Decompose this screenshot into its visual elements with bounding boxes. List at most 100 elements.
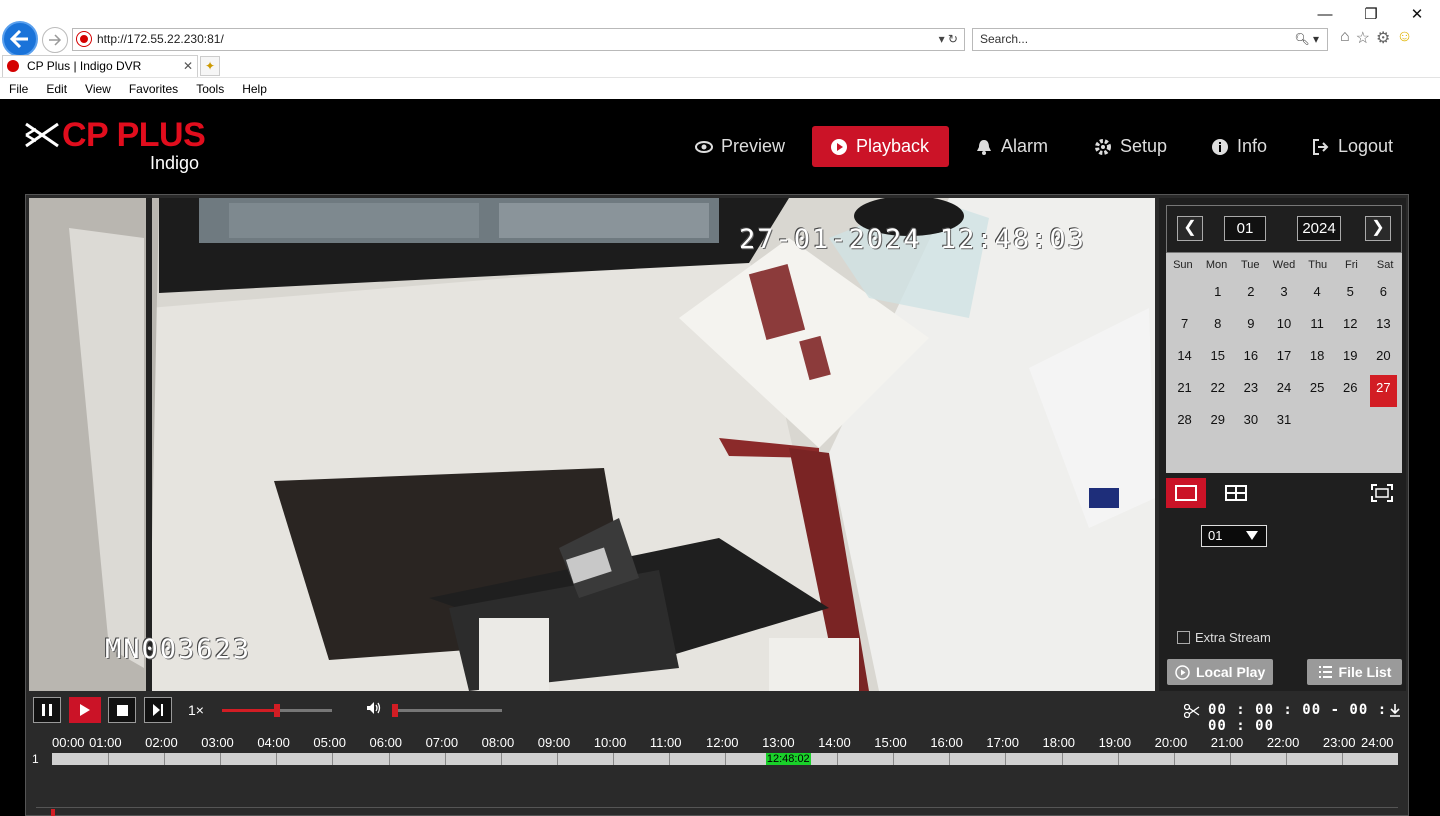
calendar-day[interactable]: 2 <box>1237 279 1264 311</box>
file-list-button[interactable]: File List <box>1307 659 1402 685</box>
calendar-day[interactable]: 28 <box>1171 407 1198 439</box>
pause-button[interactable] <box>33 697 61 723</box>
timeline-hour-tick <box>500 753 502 765</box>
prev-month-button[interactable]: ❮ <box>1177 216 1203 241</box>
calendar-day[interactable]: 24 <box>1270 375 1297 407</box>
playback-slider[interactable] <box>222 704 332 717</box>
calendar-day[interactable]: 22 <box>1204 375 1231 407</box>
menu-file[interactable]: File <box>0 78 37 99</box>
tab-close-icon[interactable]: ✕ <box>183 56 193 77</box>
timeline-scrollbar-thumb[interactable] <box>51 809 55 816</box>
calendar-day[interactable]: 19 <box>1337 343 1364 375</box>
next-frame-button[interactable] <box>144 697 172 723</box>
calendar-day[interactable]: 31 <box>1270 407 1297 439</box>
calendar-day[interactable]: 11 <box>1304 311 1331 343</box>
calendar-day[interactable]: 20 <box>1370 343 1397 375</box>
timeline-cursor-time[interactable]: 12:48:02 <box>765 753 811 765</box>
calendar-day[interactable]: 4 <box>1304 279 1331 311</box>
local-play-button[interactable]: Local Play <box>1167 659 1274 685</box>
nav-info[interactable]: Info <box>1211 126 1267 167</box>
calendar-day[interactable]: 21 <box>1171 375 1198 407</box>
calendar-day[interactable]: 5 <box>1337 279 1364 311</box>
right-panel: ❮ 01 2024 ❯ Sun Mon Tue Wed Thu Fri Sat 123456… <box>1159 198 1406 691</box>
restore-icon[interactable]: ❐ <box>1348 2 1394 28</box>
calendar-day[interactable]: 7 <box>1171 311 1198 343</box>
single-view-button[interactable] <box>1166 478 1206 508</box>
forward-button[interactable] <box>42 27 68 53</box>
next-month-button[interactable]: ❯ <box>1365 216 1391 241</box>
fullscreen-button[interactable] <box>1362 478 1402 508</box>
gear-icon[interactable]: ⚙ <box>1376 28 1390 48</box>
volume-slider[interactable] <box>392 704 502 717</box>
menu-view[interactable]: View <box>76 78 120 99</box>
menu-edit[interactable]: Edit <box>37 78 76 99</box>
nav-logout[interactable]: Logout <box>1312 126 1393 167</box>
list-icon <box>1318 666 1332 678</box>
calendar-day[interactable]: 30 <box>1237 407 1264 439</box>
minimize-icon[interactable]: — <box>1302 2 1348 28</box>
stop-button[interactable] <box>108 697 136 723</box>
volume-icon[interactable] <box>366 701 382 715</box>
pause-icon <box>42 704 52 716</box>
calendar-day[interactable]: 8 <box>1204 311 1231 343</box>
channel-select[interactable]: 01 <box>1201 525 1267 547</box>
playback-slider-knob[interactable] <box>274 704 280 717</box>
calendar-day[interactable]: 13 <box>1370 311 1397 343</box>
smiley-icon[interactable]: ☺ <box>1396 28 1412 48</box>
scissors-icon[interactable] <box>1184 704 1200 718</box>
calendar-day[interactable]: 3 <box>1270 279 1297 311</box>
calendar-day[interactable]: 1 <box>1204 279 1231 311</box>
timeline-hour-label: 01:00 <box>89 735 122 750</box>
calendar-day[interactable]: 27 <box>1369 375 1397 407</box>
calendar-day[interactable]: 16 <box>1237 343 1264 375</box>
menu-help[interactable]: Help <box>233 78 276 99</box>
timeline-scrollbar[interactable] <box>36 807 1398 816</box>
speed-indicator[interactable]: 1× <box>188 702 204 718</box>
timeline-hour-tick <box>1341 753 1343 765</box>
play-button[interactable] <box>69 697 101 723</box>
home-icon[interactable]: ⌂ <box>1340 28 1350 48</box>
nav-playback[interactable]: Playback <box>812 126 950 167</box>
calendar-day[interactable]: 6 <box>1370 279 1397 311</box>
new-tab-button[interactable]: ✦ <box>200 56 220 76</box>
calendar-day[interactable]: 29 <box>1204 407 1231 439</box>
extra-stream-label: Extra Stream <box>1195 630 1271 645</box>
menu-favorites[interactable]: Favorites <box>120 78 187 99</box>
volume-slider-knob[interactable] <box>392 704 398 717</box>
nav-setup[interactable]: Setup <box>1094 126 1167 167</box>
quad-view-button[interactable] <box>1216 478 1256 508</box>
timeline-hour-label: 20:00 <box>1154 735 1188 750</box>
close-icon[interactable]: ✕ <box>1394 2 1440 28</box>
star-icon[interactable]: ☆ <box>1356 28 1370 48</box>
empty-day-cell <box>1171 279 1198 311</box>
calendar-day[interactable]: 23 <box>1237 375 1264 407</box>
calendar-header: ❮ 01 2024 ❯ <box>1166 205 1402 253</box>
search-box[interactable]: Search... 🔍︎ ▾ <box>972 28 1328 51</box>
calendar-day[interactable]: 9 <box>1237 311 1264 343</box>
calendar-day[interactable]: 26 <box>1337 375 1364 407</box>
calendar-day[interactable]: 15 <box>1204 343 1231 375</box>
timeline-bar[interactable] <box>52 753 1398 765</box>
calendar-day[interactable]: 25 <box>1304 375 1331 407</box>
nav-preview[interactable]: Preview <box>695 126 785 167</box>
day-grid: 1 2 3 4 5 6 7 8 9 10 11 12 13 14 15 16 17 18 19 20 21 22 23 24 2… <box>1168 279 1400 439</box>
extra-stream-checkbox[interactable] <box>1177 631 1190 644</box>
video-player[interactable]: 27-01-2024 12:48:03 MN003623 <box>29 198 1155 691</box>
calendar-day[interactable]: 18 <box>1304 343 1331 375</box>
back-button[interactable] <box>2 21 38 57</box>
search-icon[interactable]: 🔍︎ ▾ <box>1294 29 1319 50</box>
calendar-day[interactable]: 14 <box>1171 343 1198 375</box>
download-icon[interactable] <box>1389 703 1401 717</box>
refresh-icon[interactable]: ▾ ↻ <box>939 29 958 50</box>
calendar-day[interactable]: 10 <box>1270 311 1297 343</box>
month-field[interactable]: 01 <box>1224 216 1266 241</box>
year-field[interactable]: 2024 <box>1297 216 1341 241</box>
nav-alarm[interactable]: Alarm <box>975 126 1048 167</box>
timeline-hour-label: 24:00 <box>1361 735 1394 750</box>
calendar-day[interactable]: 12 <box>1337 311 1364 343</box>
address-bar[interactable]: http://172.55.22.230:81/ ▾ ↻ <box>72 28 965 51</box>
menu-tools[interactable]: Tools <box>187 78 233 99</box>
calendar-day[interactable]: 17 <box>1270 343 1297 375</box>
browser-tab[interactable]: CP Plus | Indigo DVR ✕ <box>2 55 198 77</box>
extra-stream-option[interactable]: Extra Stream <box>1177 630 1271 645</box>
